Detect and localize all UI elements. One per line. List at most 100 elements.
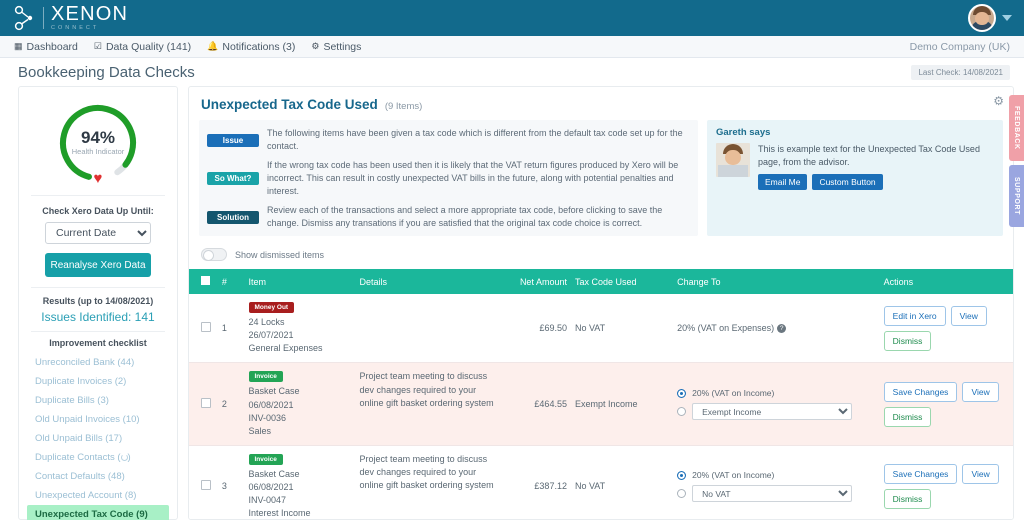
user-menu[interactable] — [968, 4, 1012, 32]
header-select-all[interactable] — [189, 269, 218, 295]
reanalyse-button[interactable]: Reanalyse Xero Data — [45, 253, 151, 277]
item-date: 26/07/2021 — [248, 330, 294, 341]
nav-item-dashboard[interactable]: ▦ Dashboard — [14, 41, 78, 53]
tax-code-select[interactable]: No VAT — [692, 485, 853, 503]
item-name: Basket Case — [248, 386, 300, 397]
row-change-to: 20% (VAT on Income) No VAT — [673, 445, 880, 519]
row-checkbox-cell[interactable] — [189, 294, 218, 364]
dismiss-button[interactable]: Dismiss — [883, 330, 932, 351]
gear-icon: ⚙ — [311, 41, 320, 51]
top-bar: XENON CONNECT — [0, 0, 1024, 36]
dismiss-button[interactable]: Dismiss — [883, 406, 932, 427]
change-option-custom[interactable]: No VAT — [677, 485, 876, 503]
row-checkbox[interactable] — [201, 398, 211, 409]
chevron-down-icon[interactable] — [1002, 15, 1012, 21]
save-changes-button[interactable]: Save Changes — [883, 463, 958, 484]
nav-label: Data Quality (141) — [105, 40, 192, 53]
advisor-panel: Gareth says This is example text for the… — [707, 120, 1003, 237]
radio-selected[interactable] — [677, 470, 687, 480]
row-checkbox[interactable] — [201, 480, 211, 491]
brand-logo[interactable]: XENON CONNECT — [12, 4, 128, 32]
support-tab[interactable]: SUPPORT — [1009, 165, 1024, 227]
advisor-avatar — [716, 143, 750, 177]
checklist-title: Improvement checklist — [49, 338, 147, 348]
solution-line: Solution Review each of the transactions… — [207, 204, 690, 230]
checklist-item-contact-defaults[interactable]: Contact Defaults (48) — [27, 467, 169, 486]
row-item: Invoice Basket Case 06/08/2021 INV-0036 … — [244, 362, 356, 446]
checklist-item-unexpected-tax-code[interactable]: Unexpected Tax Code (9) — [27, 505, 169, 520]
row-details: Project team meeting to discuss dev chan… — [355, 445, 503, 519]
help-circle-icon[interactable]: ? — [777, 324, 787, 334]
change-option-primary[interactable]: 20% (VAT on Income) — [677, 388, 876, 398]
check-square-icon: ☑ — [93, 41, 102, 51]
tax-code-select[interactable]: Exempt Income — [692, 403, 853, 421]
grid-icon: ▦ — [14, 41, 23, 51]
checklist-item-unexpected-account[interactable]: Unexpected Account (8) — [27, 486, 169, 505]
company-name: Demo Company (UK) — [909, 40, 1010, 53]
checklist-item-duplicate-bills[interactable]: Duplicate Bills (3) — [27, 391, 169, 410]
view-button[interactable]: View — [950, 305, 987, 326]
header-number: # — [217, 269, 245, 295]
radio-unselected[interactable] — [677, 489, 687, 499]
nav-item-notifications[interactable]: 🔔 Notifications (3) — [207, 41, 295, 53]
row-net-amount: £387.12 — [502, 445, 571, 519]
radio-selected[interactable] — [677, 388, 687, 398]
issues-identified: Issues Identified: 141 — [41, 310, 155, 324]
issue-tag: Issue — [207, 133, 259, 147]
issue-text: The following items have been given a ta… — [267, 128, 683, 152]
save-changes-button[interactable]: Save Changes — [883, 381, 958, 402]
custom-button[interactable]: Custom Button — [812, 174, 883, 191]
radio-label: 20% (VAT on Income) — [692, 470, 775, 481]
checklist-item-duplicate-contacts[interactable]: Duplicate Contacts () — [27, 448, 169, 467]
checklist-item-old-unpaid-invoices[interactable]: Old Unpaid Invoices (10) — [27, 410, 169, 429]
issue-line: Issue The following items have been give… — [207, 127, 690, 153]
table-row: 1 Money Out 24 Locks 26/07/2021 General … — [189, 294, 1013, 364]
change-option-primary[interactable]: 20% (VAT on Income) — [677, 470, 876, 480]
checklist-item-old-unpaid-bills[interactable]: Old Unpaid Bills (17) — [27, 429, 169, 448]
view-button[interactable]: View — [962, 463, 999, 484]
item-account: Interest Income — [248, 507, 311, 518]
nav-item-data-quality[interactable]: ☑ Data Quality (141) — [94, 41, 191, 53]
table-body: 1 Money Out 24 Locks 26/07/2021 General … — [189, 294, 1013, 519]
row-checkbox-cell[interactable] — [189, 445, 218, 519]
table-row: 2 Invoice Basket Case 06/08/2021 INV-003… — [189, 362, 1013, 446]
nav-item-settings[interactable]: ⚙ Settings — [311, 41, 361, 53]
nav-label: Notifications (3) — [222, 40, 296, 53]
view-button[interactable]: View — [962, 381, 999, 402]
row-details: Project team meeting to discuss dev chan… — [355, 362, 503, 446]
row-details — [355, 294, 503, 364]
health-gauge-section: 94% Health Indicator ♥ — [19, 95, 177, 193]
header-actions: Actions — [879, 269, 1013, 295]
checklist-item-duplicate-invoices[interactable]: Duplicate Invoices (2) — [27, 372, 169, 391]
results-label: Results (up to 14/08/2021) — [42, 296, 154, 306]
row-checkbox[interactable] — [201, 322, 211, 333]
radio-unselected[interactable] — [677, 407, 687, 417]
row-checkbox-cell[interactable] — [189, 362, 218, 446]
main-header: Unexpected Tax Code Used (9 Items) — [189, 95, 1013, 120]
user-avatar[interactable] — [968, 4, 996, 32]
change-option-custom[interactable]: Exempt Income — [677, 403, 876, 421]
row-item: Money Out 24 Locks 26/07/2021 General Ex… — [244, 294, 356, 364]
gear-icon[interactable]: ⚙ — [993, 95, 1004, 107]
edit-in-xero-button[interactable]: Edit in Xero — [883, 305, 946, 326]
last-check-badge: Last Check: 14/08/2021 — [911, 64, 1010, 80]
dismiss-button[interactable]: Dismiss — [883, 488, 932, 509]
header-net-amount: Net Amount — [502, 269, 571, 295]
header-change-to: Change To — [673, 269, 880, 295]
gauge-label: Health Indicator — [71, 147, 125, 156]
info-row: Issue The following items have been give… — [189, 120, 1013, 237]
date-filter-select[interactable]: Current Date — [45, 222, 151, 244]
row-actions: Save Changes View Dismiss — [879, 445, 1013, 519]
show-dismissed-toggle[interactable] — [201, 248, 227, 262]
select-all-checkbox-icon[interactable] — [201, 276, 210, 286]
secondary-nav: ▦ Dashboard ☑ Data Quality (141) 🔔 Notif… — [0, 36, 1024, 58]
feedback-tab[interactable]: FEEDBACK — [1009, 95, 1024, 161]
brand-name: XENON — [51, 3, 129, 26]
email-me-button[interactable]: Email Me — [758, 174, 808, 191]
show-dismissed-row: Show dismissed items — [189, 236, 1013, 269]
health-gauge: 94% Health Indicator ♥ — [52, 99, 144, 187]
xenon-node-logo-icon — [14, 5, 33, 31]
sidebar-panel: 94% Health Indicator ♥ Check Xero Data U… — [18, 86, 178, 520]
checklist-item-unreconciled-bank[interactable]: Unreconciled Bank (44) — [27, 353, 169, 372]
checklist-label: Duplicate Contacts ( — [35, 452, 121, 463]
